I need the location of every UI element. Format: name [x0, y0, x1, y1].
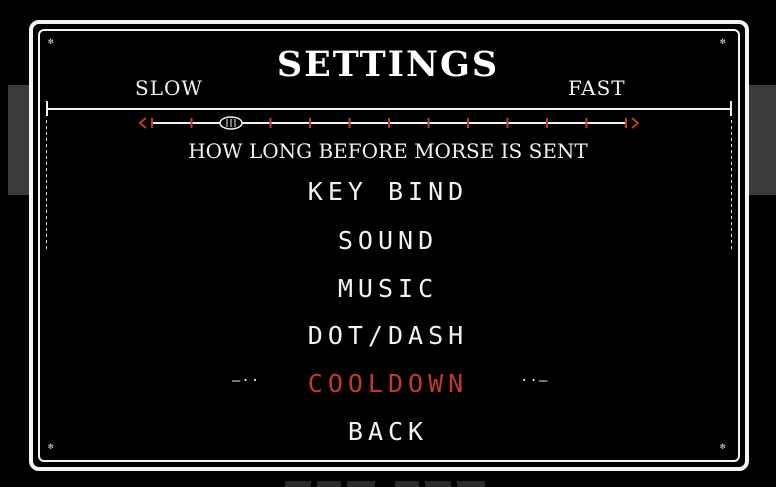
header-divider [47, 108, 731, 110]
divider-right-tick [730, 101, 732, 116]
slider-max-label: FAST [568, 76, 626, 100]
menu-item-back[interactable]: BACK [0, 417, 776, 446]
slider-left-arrow-icon [138, 117, 147, 129]
selection-marker-left-icon: —·· [232, 373, 261, 389]
menu-item-dot-dash[interactable]: DOT/DASH [0, 321, 776, 350]
divider-left-tick [46, 101, 48, 116]
slider-description: HOW LONG BEFORE MORSE IS SENT [188, 139, 588, 163]
page-title: SETTINGS [276, 44, 500, 85]
slider-right-arrow-icon [631, 117, 640, 129]
selection-marker-right-icon: ··— [520, 373, 549, 389]
menu-item-cooldown[interactable]: COOLDOWN [0, 369, 776, 398]
slider-min-label: SLOW [135, 76, 203, 100]
menu-item-sound[interactable]: SOUND [0, 226, 776, 255]
bottom-ghost-text [285, 481, 485, 487]
menu-item-music[interactable]: MUSIC [0, 274, 776, 303]
cooldown-slider[interactable] [134, 113, 644, 133]
menu-item-key-bind[interactable]: KEY BIND [0, 177, 776, 206]
